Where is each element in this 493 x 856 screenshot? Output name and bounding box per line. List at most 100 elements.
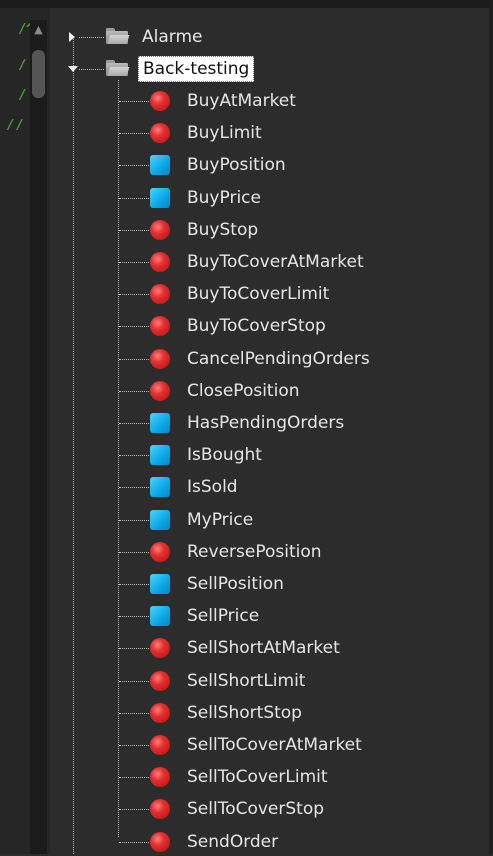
tree-connector <box>119 359 149 360</box>
red-circle-icon <box>150 671 170 691</box>
blue-square-icon <box>150 445 170 465</box>
tree-connector <box>119 745 149 746</box>
tree-item-label: BuyToCoverStop <box>187 316 326 336</box>
tree-connector <box>119 648 149 649</box>
tree-item-label: BuyAtMarket <box>187 91 296 111</box>
tree-item[interactable]: SellShortStop <box>50 699 470 727</box>
tree-item-label: IsSold <box>187 477 238 497</box>
tree-item[interactable]: BuyToCoverLimit <box>50 280 470 308</box>
gutter-mark: / / <box>8 118 23 133</box>
red-circle-icon <box>150 832 170 852</box>
tree-connector <box>119 809 149 810</box>
tree-item[interactable]: BuyPrice <box>50 184 470 212</box>
tree-item[interactable]: BuyAtMarket <box>50 87 470 115</box>
tree-item[interactable]: SellToCoverAtMarket <box>50 731 470 759</box>
tree-item-label: HasPendingOrders <box>187 413 345 433</box>
blue-square-icon <box>150 574 170 594</box>
red-circle-icon <box>150 123 170 143</box>
tree-item[interactable]: BuyToCoverStop <box>50 312 470 340</box>
tree-item[interactable]: CancelPendingOrders <box>50 345 470 373</box>
blue-square-icon <box>150 188 170 208</box>
tree-connector <box>119 777 149 778</box>
red-circle-icon <box>150 542 170 562</box>
red-circle-icon <box>150 316 170 336</box>
tree-item[interactable]: HasPendingOrders <box>50 409 470 437</box>
tree-item-label: MyPrice <box>187 510 254 530</box>
tree-connector <box>119 391 149 392</box>
tree-item-label: SellShortLimit <box>187 671 306 691</box>
tree-item[interactable]: MyPrice <box>50 506 470 534</box>
red-circle-icon <box>150 284 170 304</box>
tree-item-label: SellToCoverAtMarket <box>187 735 362 755</box>
scrollbar-thumb[interactable] <box>32 50 45 98</box>
collapse-arrow-icon[interactable] <box>68 66 78 72</box>
folder-label-selected: Back-testing <box>138 56 255 82</box>
tree-item-label: SellShortAtMarket <box>187 638 340 658</box>
tree-item-label: BuyPosition <box>187 155 286 175</box>
tree-connector <box>119 487 149 488</box>
red-circle-icon <box>150 220 170 240</box>
tree-item-label: IsBought <box>187 445 262 465</box>
tree-item[interactable]: ClosePosition <box>50 377 470 405</box>
blue-square-icon <box>150 510 170 530</box>
tree-item[interactable]: ReversePosition <box>50 538 470 566</box>
tree-item[interactable]: SendOrder <box>50 828 470 856</box>
tree-item-label: BuyToCoverAtMarket <box>187 252 364 272</box>
tree-item-label: SendOrder <box>187 832 279 852</box>
tree-item[interactable]: SellToCoverLimit <box>50 763 470 791</box>
tree-panel: /^ / / / / ▲ Alarme Back-testing BuyAtMa… <box>0 0 493 854</box>
tree-item[interactable]: SellToCoverStop <box>50 795 470 823</box>
tree-item-label: SellPrice <box>187 606 260 626</box>
right-border <box>489 0 493 854</box>
folder-icon <box>106 28 130 44</box>
gutter-mark: / <box>20 58 25 73</box>
tree-item-label: ReversePosition <box>187 542 322 562</box>
tree-item[interactable]: IsBought <box>50 441 470 469</box>
tree-connector <box>119 326 149 327</box>
tree-connector <box>119 423 149 424</box>
tree-connector <box>119 616 149 617</box>
tree-item-label: SellShortStop <box>187 703 302 723</box>
red-circle-icon <box>150 799 170 819</box>
tree-connector <box>119 842 149 843</box>
tree-item[interactable]: IsSold <box>50 473 470 501</box>
tree-item-label: CancelPendingOrders <box>187 349 370 369</box>
tree-item[interactable]: BuyToCoverAtMarket <box>50 248 470 276</box>
red-circle-icon <box>150 381 170 401</box>
red-circle-icon <box>150 735 170 755</box>
tree-item-label: SellToCoverLimit <box>187 767 328 787</box>
tree-connector <box>119 262 149 263</box>
function-tree: Alarme Back-testing BuyAtMarket BuyLimit B… <box>50 8 489 854</box>
red-circle-icon <box>150 703 170 723</box>
tree-folder-back-testing[interactable]: Back-testing <box>50 55 350 83</box>
tree-folder-alarme[interactable]: Alarme <box>50 23 350 51</box>
tree-connector <box>119 230 149 231</box>
red-circle-icon <box>150 91 170 111</box>
scroll-up-arrow-icon[interactable]: ▲ <box>30 22 47 38</box>
tree-item[interactable]: BuyStop <box>50 216 470 244</box>
tree-item-label: BuyStop <box>187 220 259 240</box>
tree-item[interactable]: BuyLimit <box>50 119 470 147</box>
tree-item[interactable]: SellShortAtMarket <box>50 634 470 662</box>
expand-arrow-icon[interactable] <box>69 32 75 42</box>
blue-square-icon <box>150 606 170 626</box>
blue-square-icon <box>150 155 170 175</box>
tree-item-label: BuyToCoverLimit <box>187 284 330 304</box>
tree-item-label: BuyPrice <box>187 188 261 208</box>
red-circle-icon <box>150 638 170 658</box>
tree-item-label: SellToCoverStop <box>187 799 325 819</box>
tree-item[interactable]: BuyPosition <box>50 151 470 179</box>
vertical-scrollbar[interactable] <box>30 20 47 854</box>
red-circle-icon <box>150 252 170 272</box>
red-circle-icon <box>150 767 170 787</box>
tree-connector <box>119 101 149 102</box>
folder-icon <box>106 60 130 76</box>
tree-item[interactable]: SellShortLimit <box>50 667 470 695</box>
blue-square-icon <box>150 477 170 497</box>
tree-connector <box>119 520 149 521</box>
tree-item[interactable]: SellPrice <box>50 602 470 630</box>
tree-connector <box>119 681 149 682</box>
tree-item[interactable]: SellPosition <box>50 570 470 598</box>
tree-connector <box>119 198 149 199</box>
tree-connector <box>119 133 149 134</box>
